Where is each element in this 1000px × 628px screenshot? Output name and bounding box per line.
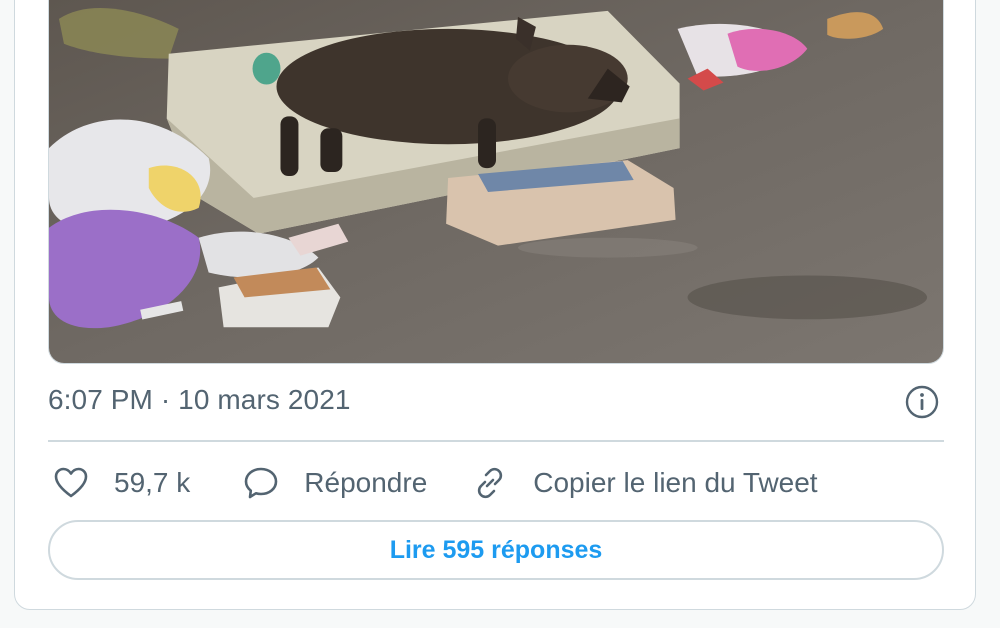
reply-label: Répondre bbox=[304, 467, 428, 498]
read-replies-label: Lire 595 réponses bbox=[389, 535, 603, 564]
speech-bubble-icon bbox=[244, 467, 278, 499]
read-replies-button[interactable]: Lire 595 réponses bbox=[48, 520, 944, 580]
photo-wild-boar-on-mattress bbox=[49, 0, 943, 363]
heart-icon bbox=[54, 467, 88, 498]
like-count: 59,7 k bbox=[114, 467, 191, 498]
tweet-photo[interactable] bbox=[48, 0, 944, 364]
link-icon bbox=[478, 467, 503, 499]
like-button[interactable]: 59,7 k bbox=[52, 464, 190, 502]
info-icon[interactable] bbox=[904, 384, 940, 420]
tweet-timestamp[interactable]: 6:07 PM · 10 mars 2021 bbox=[48, 384, 351, 416]
tweet-actions-bar: 59,7 k Répondre Copier le lien du Tweet bbox=[48, 458, 944, 508]
copy-link-button[interactable]: Copier le lien du Tweet bbox=[471, 464, 818, 502]
copy-link-label: Copier le lien du Tweet bbox=[533, 467, 818, 498]
divider bbox=[48, 440, 944, 442]
reply-button[interactable]: Répondre bbox=[242, 464, 427, 502]
